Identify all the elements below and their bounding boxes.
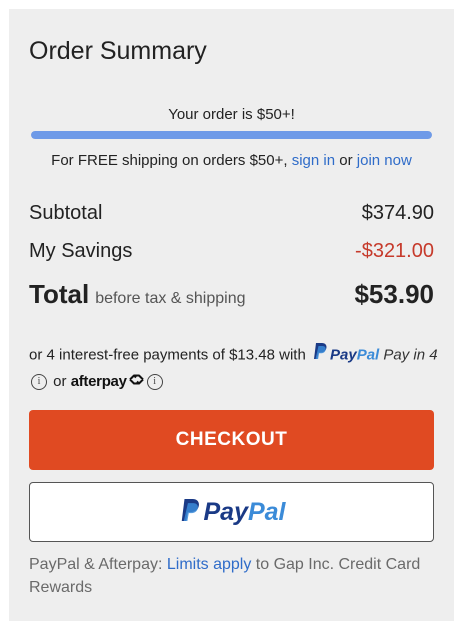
total-label: Total [29,279,90,309]
checkout-button[interactable]: CHECKOUT [29,410,434,470]
savings-value: -$321.00 [355,240,434,262]
sign-in-link[interactable]: sign in [292,152,335,169]
total-label-group: Total before tax & shipping [29,279,246,310]
page-title: Order Summary [29,37,207,65]
paypal-button-pay: Pay [203,497,248,526]
shipping-progress-fill [31,131,432,139]
total-value: $53.90 [354,279,434,309]
paypal-button[interactable]: PayPal [29,482,434,542]
subtotal-row: Subtotal $374.90 [29,202,434,225]
paypal-pal-text: Pal [356,346,380,364]
paypal-button-wordmark: PayPal [203,498,285,527]
limits-apply-link[interactable]: Limits apply [167,556,251,573]
shipping-prefix: For FREE shipping on orders $50+, [51,152,292,169]
paypal-icon [312,342,328,369]
afterpay-wordmark: afterpay [70,373,127,390]
total-note: before tax & shipping [95,290,246,307]
footer-prefix: PayPal & Afterpay: [29,556,167,573]
subtotal-value: $374.90 [361,202,434,224]
savings-row: My Savings -$321.00 [29,240,434,263]
order-summary-panel: Order Summary Your order is $50+! For FR… [9,9,454,621]
paypal-button-pal: Pal [247,497,286,526]
join-now-link[interactable]: join now [357,152,412,169]
paypal-icon [179,497,201,528]
installment-message: or 4 interest-free payments of $13.48 wi… [29,342,439,395]
total-row: Total before tax & shipping $53.90 [29,279,434,310]
info-icon[interactable]: i [31,374,47,391]
paypal-wordmark: PayPal [330,346,379,363]
or-text: or [53,373,67,390]
free-shipping-message: For FREE shipping on orders $50+, sign i… [9,152,454,169]
shipping-or: or [335,152,357,169]
rewards-footer: PayPal & Afterpay: Limits apply to Gap I… [29,553,439,599]
afterpay-icon [128,369,145,395]
paypal-pay-text: Pay [329,346,357,364]
subtotal-label: Subtotal [29,202,103,224]
installment-text: or 4 interest-free payments of $13.48 wi… [29,346,306,364]
threshold-message: Your order is $50+! [168,106,295,123]
info-icon[interactable]: i [146,374,163,391]
shipping-progress-bar [31,131,432,139]
savings-label: My Savings [29,240,133,262]
pay-in-4-text: Pay in 4 [383,346,438,364]
